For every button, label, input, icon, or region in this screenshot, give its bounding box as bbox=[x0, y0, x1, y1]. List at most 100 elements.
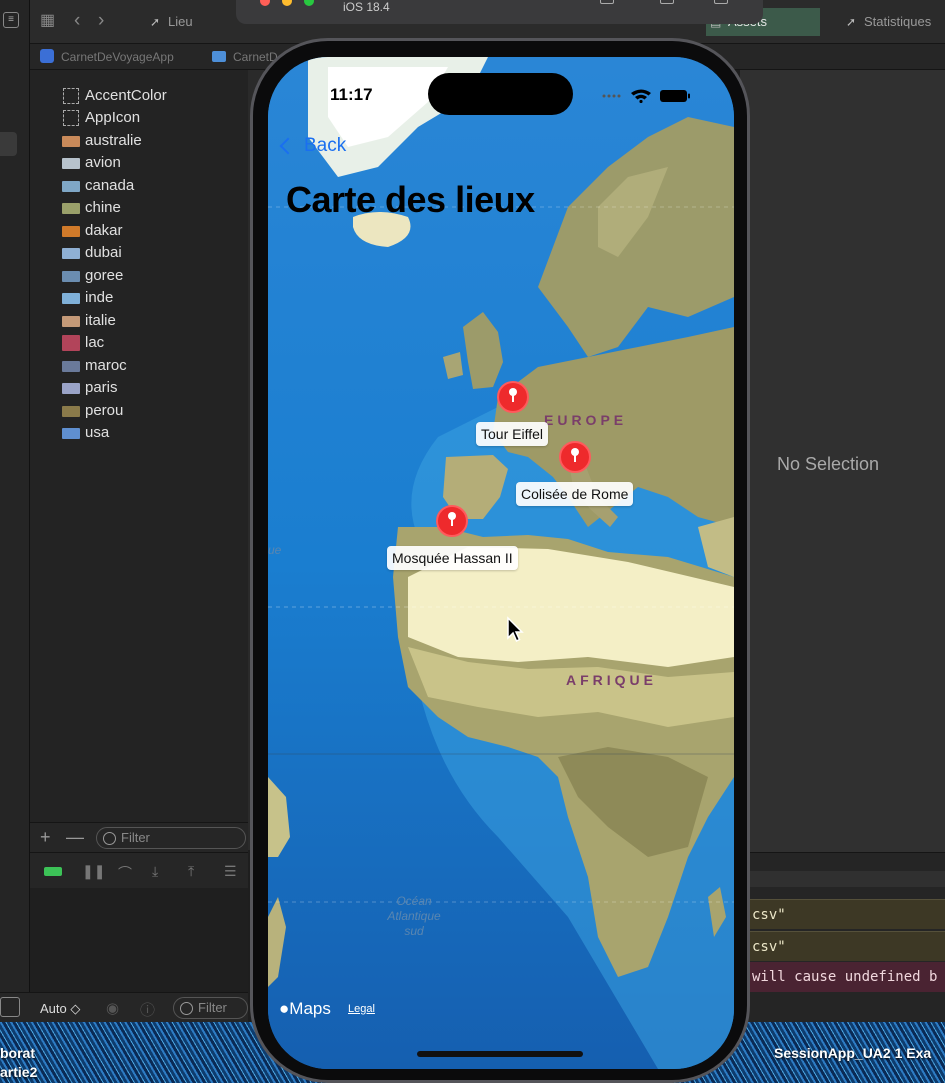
pin-icon bbox=[448, 512, 456, 520]
map-pin-mosquee-hassan-ii[interactable] bbox=[436, 505, 468, 537]
asset-item-australie[interactable]: australie bbox=[62, 131, 142, 151]
asset-label: chine bbox=[85, 199, 121, 216]
breakpoints-toggle-icon[interactable] bbox=[44, 867, 62, 876]
tab-statistiques[interactable]: ➚ Statistiques bbox=[842, 8, 945, 36]
navigator-filter-input[interactable]: Filter bbox=[96, 827, 246, 849]
image-thumbnail-icon bbox=[62, 181, 80, 192]
asset-item-inde[interactable]: inde bbox=[62, 288, 113, 308]
asset-label: dubai bbox=[85, 244, 122, 261]
status-bar-time: 11:17 bbox=[330, 85, 373, 104]
map-region-label: EUROPE bbox=[544, 412, 628, 428]
info-icon[interactable]: ⓘ bbox=[140, 999, 155, 1020]
asset-item-lac[interactable]: lac bbox=[62, 333, 104, 353]
grid-icon[interactable]: ▦ bbox=[40, 10, 55, 30]
eye-icon[interactable]: ◉ bbox=[106, 999, 119, 1017]
asset-item-goree[interactable]: goree bbox=[62, 266, 123, 286]
asset-item-chine[interactable]: chine bbox=[62, 198, 121, 218]
image-thumbnail-icon bbox=[62, 136, 80, 147]
image-thumbnail-icon bbox=[62, 226, 80, 237]
rotate-icon[interactable] bbox=[714, 0, 728, 4]
simulator-title-bar: iOS 18.4 bbox=[236, 0, 763, 24]
asset-label: lac bbox=[85, 334, 105, 351]
asset-item-italie[interactable]: italie bbox=[62, 311, 116, 331]
pin-icon bbox=[509, 388, 517, 396]
step-into-icon[interactable]: ⤓ bbox=[152, 863, 158, 880]
console-line-error: will cause undefined b bbox=[740, 962, 945, 992]
tab-label: Lieu bbox=[168, 14, 193, 29]
step-over-icon[interactable]: ⌒ bbox=[118, 863, 132, 883]
asset-label: italie bbox=[85, 312, 116, 329]
asset-label: AppIcon bbox=[85, 109, 141, 126]
step-out-icon[interactable]: ⤒ bbox=[188, 863, 194, 880]
filter-placeholder: Filter bbox=[198, 1000, 227, 1015]
console-line-warning: csv" bbox=[740, 899, 945, 929]
variables-scope-select[interactable]: Auto ◇ bbox=[40, 1001, 80, 1017]
asset-item-avion[interactable]: avion bbox=[62, 153, 121, 173]
hide-debug-area-icon[interactable] bbox=[0, 997, 20, 1017]
forward-arrow-icon[interactable]: › bbox=[98, 10, 104, 32]
map-annotation-label[interactable]: Tour Eiffel bbox=[476, 422, 548, 446]
back-arrow-icon[interactable]: ‹ bbox=[74, 10, 80, 32]
wifi-icon bbox=[631, 89, 651, 103]
screen-root: ≡ ▦ ‹ › ➚ Lieu ▤ Assets ➚ Statistiques C… bbox=[0, 0, 945, 1083]
tab-label: Statistiques bbox=[864, 14, 932, 29]
asset-item-dakar[interactable]: dakar bbox=[62, 221, 123, 241]
desktop-item-label[interactable]: artie2 bbox=[0, 1064, 37, 1080]
asset-item-accentcolor[interactable]: AccentColor bbox=[62, 86, 167, 106]
map-annotation-label[interactable]: Colisée de Rome bbox=[516, 482, 634, 506]
swift-file-icon: ➚ bbox=[150, 15, 161, 29]
view-hierarchy-icon[interactable]: ☰ bbox=[224, 863, 237, 880]
asset-item-dubai[interactable]: dubai bbox=[62, 243, 122, 263]
ocean-label-line: Atlantique bbox=[387, 909, 441, 923]
dynamic-island bbox=[428, 73, 573, 115]
asset-label: usa bbox=[85, 424, 110, 441]
asset-item-maroc[interactable]: maroc bbox=[62, 356, 127, 376]
asset-item-paris[interactable]: paris bbox=[62, 378, 118, 398]
breadcrumb-project[interactable]: CarnetDeVoyageApp bbox=[61, 50, 174, 64]
simulator-os-label: iOS 18.4 bbox=[343, 0, 390, 14]
asset-item-usa[interactable]: usa bbox=[62, 423, 109, 443]
back-label: Back bbox=[304, 135, 347, 156]
debug-area-bottom-bar: Auto ◇ ◉ ⓘ Filter bbox=[0, 992, 248, 1022]
remove-icon[interactable]: — bbox=[66, 827, 84, 848]
map-pin-tour-eiffel[interactable] bbox=[497, 381, 529, 413]
home-button-icon[interactable] bbox=[600, 0, 614, 4]
page-title: Carte des lieux bbox=[286, 179, 535, 220]
image-thumbnail-icon bbox=[62, 271, 80, 282]
add-icon[interactable]: + bbox=[40, 827, 51, 848]
map-annotation-label[interactable]: Mosquée Hassan II bbox=[387, 546, 518, 570]
selected-navigator-indicator bbox=[0, 132, 17, 156]
battery-icon bbox=[660, 90, 690, 102]
asset-label: maroc bbox=[85, 357, 127, 374]
sidebar-toggle-icon[interactable]: ≡ bbox=[3, 12, 19, 28]
inspector-empty-label: No Selection bbox=[777, 454, 880, 474]
screenshot-icon[interactable] bbox=[660, 0, 674, 4]
status-bar-icons bbox=[602, 89, 690, 103]
desktop-item-label[interactable]: borat bbox=[0, 1045, 35, 1061]
asset-label: paris bbox=[85, 379, 118, 396]
back-button[interactable]: Back bbox=[278, 135, 346, 157]
map-pin-colisee-de-rome[interactable] bbox=[559, 441, 591, 473]
debug-filter-input[interactable]: Filter bbox=[173, 997, 248, 1019]
maps-attribution-text: Maps bbox=[289, 999, 331, 1018]
desktop-item-label[interactable]: SessionApp_UA2 1 Exa bbox=[774, 1045, 931, 1061]
filter-icon bbox=[103, 832, 116, 845]
debug-bar: ❚❚ ⌒ ⤓ ⤒ ☰ bbox=[30, 852, 248, 888]
tab-lieu[interactable]: ➚ Lieu bbox=[146, 8, 236, 36]
pause-icon[interactable]: ❚❚ bbox=[82, 863, 105, 880]
asset-item-appicon[interactable]: AppIcon bbox=[62, 108, 140, 128]
asset-item-perou[interactable]: perou bbox=[62, 401, 123, 421]
image-thumbnail-icon bbox=[62, 316, 80, 327]
ocean-label-line: sud bbox=[404, 924, 424, 938]
asset-label: AccentColor bbox=[85, 87, 167, 104]
asset-item-canada[interactable]: canada bbox=[62, 176, 134, 196]
image-thumbnail-icon bbox=[62, 158, 80, 169]
navigator-filter-bar: + — Filter bbox=[30, 822, 248, 852]
image-thumbnail-icon bbox=[62, 293, 80, 304]
asset-label: perou bbox=[85, 402, 124, 419]
minimize-window-icon[interactable] bbox=[282, 0, 292, 6]
zoom-window-icon[interactable] bbox=[304, 0, 314, 6]
legal-link[interactable]: Legal bbox=[348, 1003, 375, 1015]
close-window-icon[interactable] bbox=[260, 0, 270, 6]
home-indicator[interactable] bbox=[417, 1051, 583, 1057]
